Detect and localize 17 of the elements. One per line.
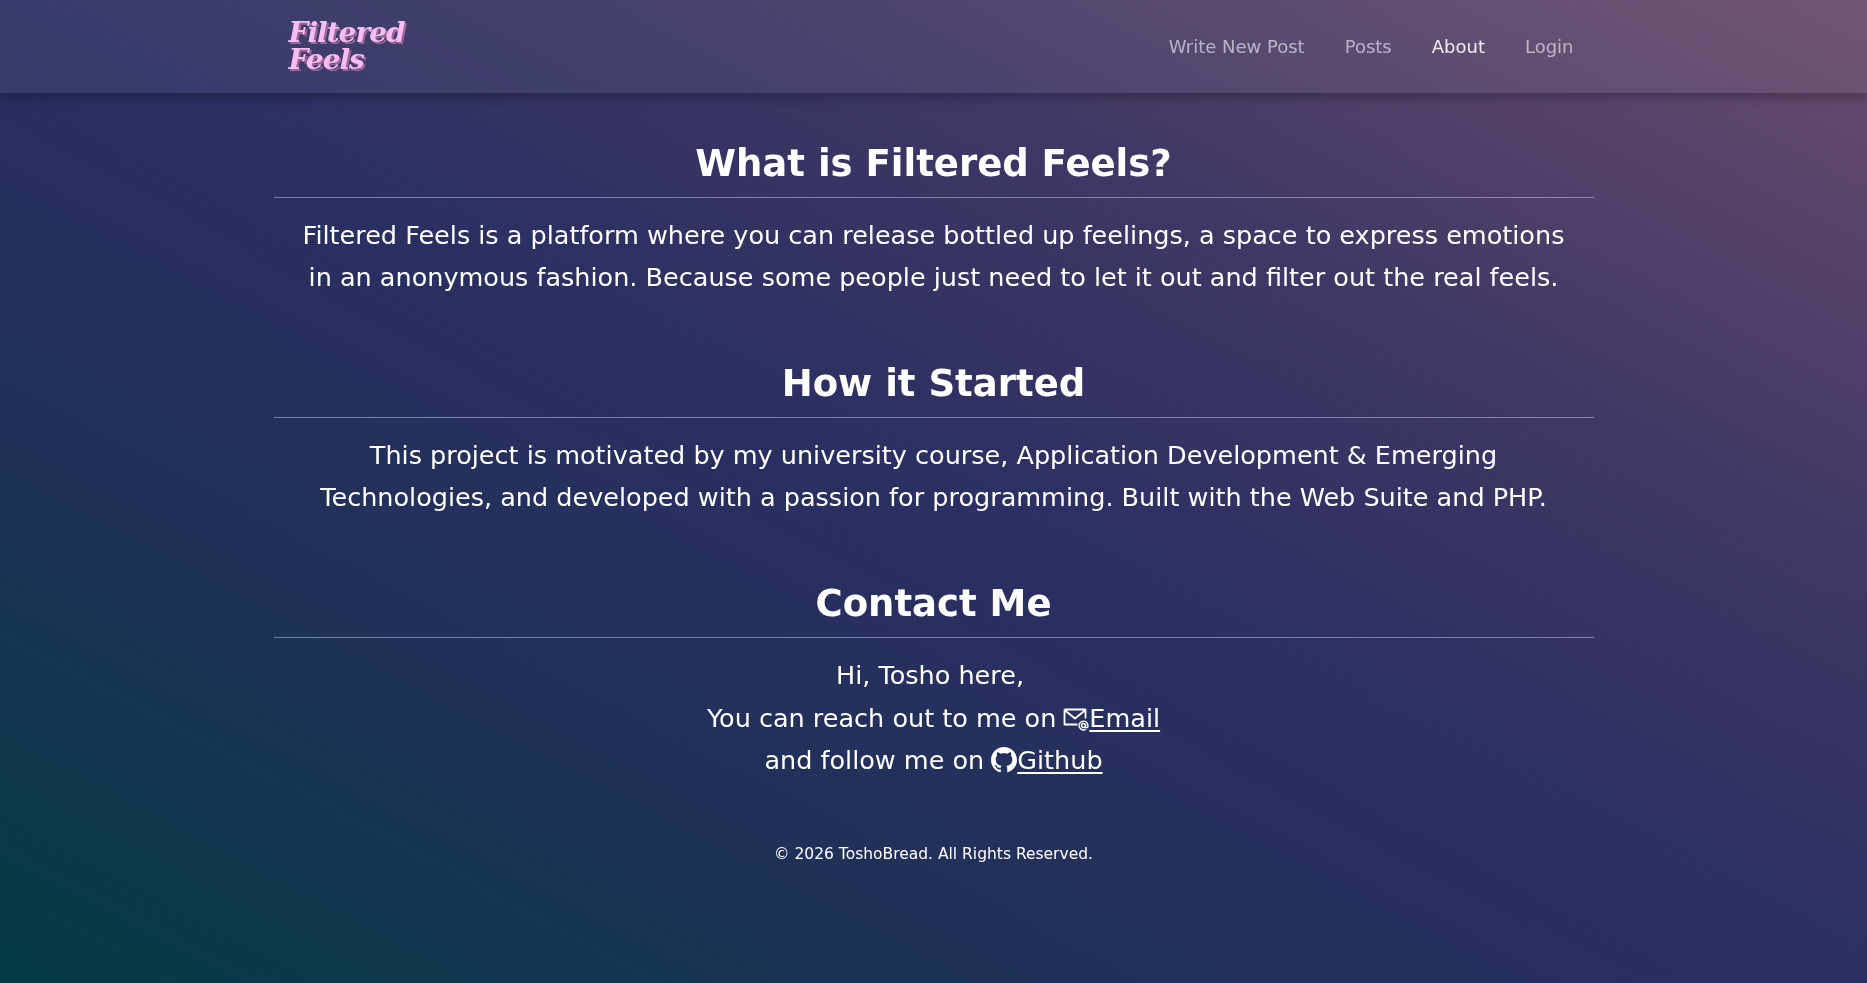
nav-link[interactable]: Posts [1336, 28, 1400, 65]
contact-text: You can reach out to me on [706, 701, 1057, 735]
github-icon [991, 747, 1018, 774]
section-heading: How it Started [780, 361, 1087, 407]
nav-link[interactable]: About [1423, 28, 1493, 65]
github-link[interactable]: Github [1017, 739, 1103, 782]
section-text: This project is motivated by my university course, Application Development & Emerging Technologies, and developed with a passion for programming. Built with the Web Suite and PHP. [319, 439, 1548, 514]
logo[interactable]: Filtered Feels [288, 18, 405, 75]
section-heading: What is Filtered Feels? [694, 141, 1173, 187]
contact-text: and follow me on [764, 744, 985, 777]
nav-link[interactable]: Write New Post [1160, 28, 1313, 65]
copyright-text: © 2026 ToshoBread. All Rights Reserved. [774, 843, 1093, 865]
greeting-text: Hi, Tosho here, [835, 659, 1024, 692]
email-link[interactable]: Email [1089, 696, 1161, 739]
nav-link[interactable]: Login [1516, 28, 1582, 65]
section-heading: Contact Me [814, 581, 1053, 627]
section-text: Filtered Feels is a platform where you can release bottled up feelings, a space to express emotions in an anonymous fashion. Because some people just need to let it out and filter out the real feels. [301, 219, 1566, 294]
